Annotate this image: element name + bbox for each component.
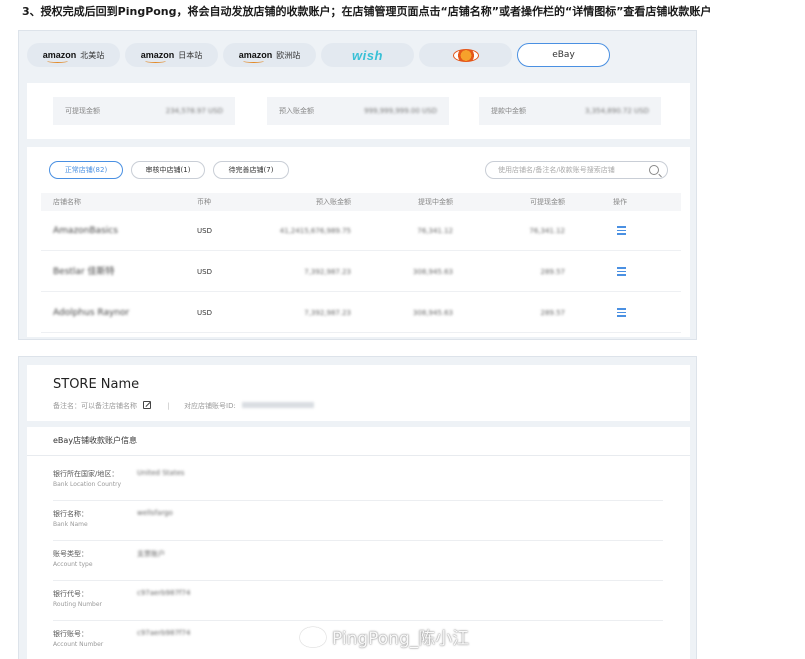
store-name-link[interactable]: AmazonBasics [53,211,118,251]
field-value: United States [137,469,185,477]
col-pending: 预入账金额 [316,198,351,206]
stat-label: 预入账金额 [279,107,314,115]
cell-withdrawing: 308,945.63 [412,309,453,317]
amazon-logo-icon: amazon [140,50,175,63]
field-bank-country: 银行所在国家/地区： Bank Location Country United … [53,461,663,501]
search-icon[interactable] [649,165,659,175]
cell-pending: 7,392,987.23 [304,268,351,276]
cell-currency: USD [197,268,212,276]
field-value: 支票账户 [137,550,165,558]
store-detail-header: STORE Name 备注名：可以备注店铺名称 | 对应店铺账号ID: [27,365,690,421]
edit-icon[interactable] [143,401,152,409]
stat-available: 可提现金额 234,578.97 USD [53,97,235,125]
store-meta: 备注名：可以备注店铺名称 | 对应店铺账号ID: [53,401,315,411]
field-sublabel: Bank Location Country [53,481,122,488]
cell-pending: 7,392,987.23 [304,309,351,317]
platform-tab-label: 北美站 [80,50,105,60]
table-header: 店铺名称 币种 预入账金额 提现中金额 可提现金额 操作 [41,193,681,211]
platform-tab-wish[interactable]: wish [321,43,414,67]
weibo-watermark: PingPong_陈小江 [300,624,469,649]
weibo-icon [300,626,326,647]
platform-tab-amazon-jp[interactable]: amazon 日本站 [125,43,218,67]
store-management-panel: amazon 北美站 amazon 日本站 amazon 欧洲站 wish eB… [18,30,697,340]
field-routing-number: 银行代号： Routing Number c97aerb987f74 [53,581,663,621]
remark-label: 备注名：可以备注店铺名称 [53,402,137,410]
cell-available: 76,341.12 [529,227,565,235]
col-store-name: 店铺名称 [53,198,81,206]
detail-list-icon[interactable] [617,267,626,276]
field-label: 银行账号： [53,630,88,638]
platform-id-label: 对应店铺账号ID: [184,402,236,410]
field-value: c97aerb987f74 [137,629,191,637]
platform-tab-label: 日本站 [178,50,203,60]
platform-tab-newegg[interactable] [419,43,512,67]
table-row: AmazonBasics USD 41,2415,676,989.75 76,3… [41,211,681,251]
platform-id-value [242,402,315,408]
account-section-title: eBay店铺收款账户信息 [53,436,138,445]
col-available: 可提现金额 [530,198,565,206]
tab-normal-stores[interactable]: 正常店铺(82) [49,161,123,179]
cell-available: 289.57 [540,309,566,317]
field-sublabel: Routing Number [53,601,103,608]
field-label: 银行名称： [53,510,88,518]
stat-value: 234,578.97 USD [165,107,223,115]
meta-divider: | [167,402,170,410]
newegg-logo-icon [452,48,479,62]
search-placeholder: 使用店铺名/备注名/收款账号搜索店铺 [498,166,615,174]
field-label: 银行所在国家/地区： [53,470,119,478]
field-bank-name: 银行名称： Bank Name wellsfargo [53,501,663,541]
store-title: STORE Name [53,377,140,392]
platform-tab-amazon-eu[interactable]: amazon 欧洲站 [223,43,316,67]
amazon-logo-icon: amazon [238,50,273,63]
cell-available: 289.57 [540,268,566,276]
store-list: 正常店铺(82) 审核中店铺(1) 待完善店铺(7) 使用店铺名/备注名/收款账… [27,147,690,337]
balance-summary: 可提现金额 234,578.97 USD 预入账金额 999,999,999.0… [27,83,690,139]
store-name-link[interactable]: Bestlar 佳斯特 [53,252,115,292]
wish-logo-icon: wish [352,47,383,63]
table-row: Bestlar 佳斯特 USD 7,392,987.23 308,945.63 … [41,252,681,292]
platform-tab-ebay[interactable]: eBay [517,43,610,67]
field-label: 账号类型： [53,550,88,558]
col-currency: 币种 [197,198,211,206]
col-withdrawing: 提现中金额 [418,198,453,206]
col-actions: 操作 [613,198,627,206]
cell-pending: 41,2415,676,989.75 [279,227,351,235]
store-detail-panel: STORE Name 备注名：可以备注店铺名称 | 对应店铺账号ID: eBay… [18,356,697,659]
field-sublabel: Account type [53,561,93,568]
field-sublabel: Account Number [53,641,104,648]
amazon-logo-icon: amazon [42,50,77,63]
field-account-type: 账号类型： Account type 支票账户 [53,541,663,581]
stat-label: 可提现金额 [65,107,100,115]
detail-list-icon[interactable] [617,308,626,317]
field-sublabel: Bank Name [53,521,88,528]
field-label: 银行代号： [53,590,88,598]
stat-withdrawing: 提款中金额 3,354,890.72 USD [479,97,661,125]
stat-pending: 预入账金额 999,999,999.00 USD [267,97,449,125]
cell-currency: USD [197,227,212,235]
section-divider [27,455,690,456]
instruction-text: 3、授权完成后回到PingPong，将会自动发放店铺的收款账户；在店铺管理页面点… [22,5,712,18]
platform-tab-amazon-na[interactable]: amazon 北美站 [27,43,120,67]
cell-currency: USD [197,309,212,317]
stat-value: 3,354,890.72 USD [585,107,649,115]
field-value: c97aerb987f74 [137,589,191,597]
platform-tab-label: eBay [552,50,575,60]
store-name-link[interactable]: Adolphus Raynor [53,293,129,333]
cell-withdrawing: 308,945.63 [412,268,453,276]
table-row: Adolphus Raynor USD 7,392,987.23 308,945… [41,293,681,333]
store-search-input[interactable]: 使用店铺名/备注名/收款账号搜索店铺 [485,161,668,179]
tab-incomplete-stores[interactable]: 待完善店铺(7) [213,161,289,179]
cell-withdrawing: 76,341.12 [417,227,453,235]
tab-reviewing-stores[interactable]: 审核中店铺(1) [131,161,205,179]
detail-list-icon[interactable] [617,226,626,235]
field-value: wellsfargo [137,509,173,517]
watermark-text: PingPong_陈小江 [332,629,470,649]
stat-label: 提款中金额 [491,107,526,115]
stat-value: 999,999,999.00 USD [364,107,437,115]
platform-tab-label: 欧洲站 [276,50,301,60]
